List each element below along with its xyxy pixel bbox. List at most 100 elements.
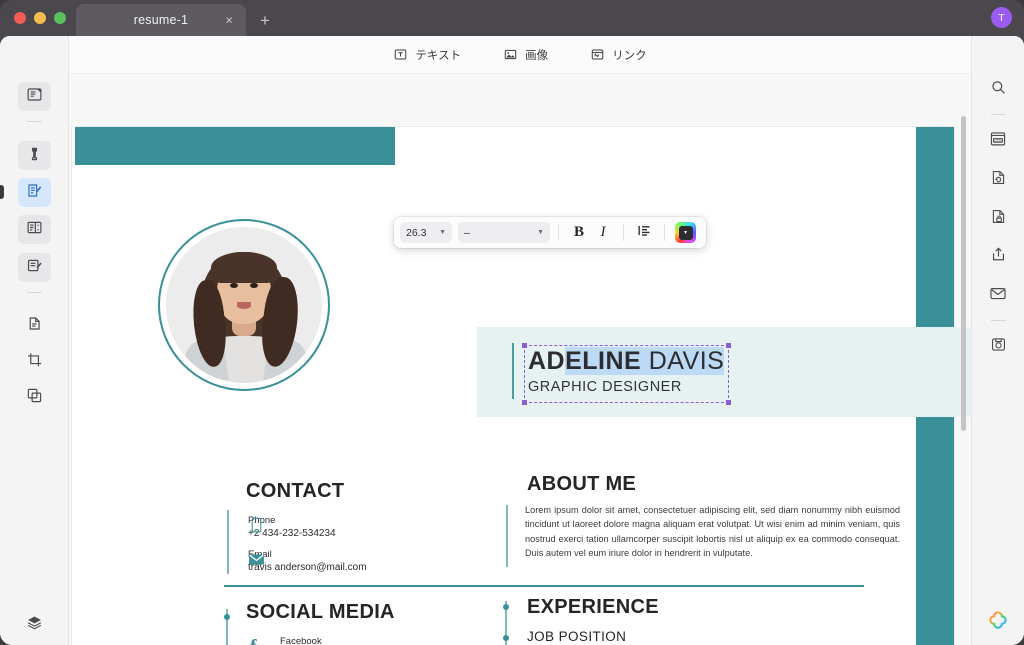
sidebar-item-organize-pages[interactable]	[18, 215, 51, 244]
right-sidebar-item-convert[interactable]	[982, 166, 1014, 194]
text-format-toolbar: 26.3 ▼ – ▼ B I ▾	[394, 217, 706, 248]
sidebar-item-copy-page[interactable]	[18, 311, 51, 340]
right-sidebar: OCR	[971, 36, 1024, 645]
toolbar-item-image-label: 画像	[525, 49, 549, 62]
document-tab[interactable]: resume-1 ×	[76, 4, 246, 36]
resume-page[interactable]: ADELINE DAVIS GRAPHIC DESIGNER CONTACT P…	[72, 127, 971, 645]
avatar[interactable]: T	[991, 7, 1012, 28]
right-sidebar-item-search[interactable]	[982, 76, 1014, 104]
font-size-value: 26.3	[406, 226, 427, 239]
maximize-window-button[interactable]	[54, 12, 66, 24]
minimize-window-button[interactable]	[34, 12, 46, 24]
close-window-button[interactable]	[14, 12, 26, 24]
contact-email-label: Email	[248, 548, 367, 561]
about-rule	[506, 505, 508, 567]
thumbnail-panel-icon	[26, 86, 43, 108]
organize-pages-icon	[26, 219, 43, 241]
sidebar-item-edit-text[interactable]	[18, 178, 51, 207]
tab-strip: resume-1 × +	[76, 0, 274, 36]
section-divider-contact	[224, 585, 864, 587]
right-sidebar-item-ai-assistant[interactable]	[982, 609, 1014, 637]
contact-email-value: travis anderson@mail.com	[248, 562, 367, 573]
layers-icon	[26, 614, 43, 636]
sidebar-divider-1	[27, 121, 42, 122]
right-sidebar-item-share[interactable]	[982, 243, 1014, 271]
sidebar-item-annotate[interactable]	[18, 253, 51, 282]
resume-name-unselected: AD	[528, 347, 566, 375]
sidebar-item-crop-page[interactable]	[18, 347, 51, 376]
align-left-button[interactable]	[632, 222, 656, 244]
chevron-down-icon: ▼	[439, 229, 446, 236]
profile-photo-image	[166, 227, 322, 383]
resume-name[interactable]: ADELINE DAVIS	[528, 347, 725, 376]
font-size-select[interactable]: 26.3 ▼	[400, 222, 452, 243]
toolbar-item-text-label: テキスト	[415, 49, 462, 62]
contact-rule	[227, 510, 229, 574]
envelope-icon	[248, 553, 265, 571]
chevron-down-icon: ▼	[537, 229, 544, 236]
bold-button[interactable]: B	[567, 222, 591, 244]
active-tool-marker	[0, 185, 4, 199]
sidebar-item-layers[interactable]	[18, 610, 51, 639]
toolbar-item-link[interactable]: リンク	[590, 47, 647, 63]
selection-handle-tr[interactable]	[726, 343, 731, 348]
profile-photo[interactable]	[158, 219, 330, 391]
resume-role[interactable]: GRAPHIC DESIGNER	[528, 379, 682, 395]
toolbar-item-image[interactable]: 画像	[503, 47, 548, 63]
canvas-scrollbar[interactable]	[961, 116, 966, 431]
resume-name-selected: ELINE	[565, 347, 642, 375]
app-body: テキスト 画像 リンク ADELINE DAVIS GRAPHIC DESIGN…	[0, 36, 1024, 645]
selection-handle-bl[interactable]	[522, 400, 527, 405]
search-icon	[990, 79, 1007, 101]
selection-handle-tl[interactable]	[522, 343, 527, 348]
close-tab-icon[interactable]: ×	[225, 14, 233, 27]
application-window: resume-1 × + T テキスト 画像 リンク ADELINE DAVIS…	[0, 0, 1024, 645]
toolbar-item-text[interactable]: テキスト	[393, 47, 461, 63]
document-canvas[interactable]: ADELINE DAVIS GRAPHIC DESIGNER CONTACT P…	[69, 74, 971, 645]
text-color-button[interactable]: ▾	[675, 222, 696, 243]
document-tab-title: resume-1	[133, 13, 189, 27]
toolbar-item-link-label: リンク	[612, 49, 647, 62]
social-row-facebook[interactable]: Facebook @yourfacebook	[280, 635, 350, 645]
svg-text:OCR: OCR	[995, 138, 1003, 142]
font-family-select[interactable]: – ▼	[458, 222, 550, 243]
selection-handle-br[interactable]	[726, 400, 731, 405]
social-node-0	[224, 614, 230, 620]
annotate-icon	[26, 257, 43, 279]
copy-page-icon	[26, 315, 43, 337]
right-sidebar-item-ocr[interactable]: OCR	[982, 127, 1014, 155]
sidebar-item-duplicate-pages[interactable]	[18, 383, 51, 412]
ocr-icon: OCR	[989, 131, 1007, 152]
sidebar-divider-2	[27, 292, 42, 293]
text-box-icon	[393, 47, 408, 62]
sidebar-item-thumbnails[interactable]	[18, 82, 51, 111]
social-heading: SOCIAL MEDIA	[246, 601, 395, 623]
align-left-icon	[637, 223, 652, 243]
header-accent-bar	[75, 127, 395, 165]
format-divider-2	[623, 224, 624, 241]
contact-row-email[interactable]: Email travis anderson@mail.com	[248, 548, 367, 574]
email-icon	[989, 286, 1007, 306]
window-controls	[14, 12, 66, 24]
duplicate-pages-icon	[26, 387, 43, 409]
right-sidebar-item-email[interactable]	[982, 282, 1014, 310]
right-sidebar-item-protect[interactable]	[982, 205, 1014, 233]
highlighter-icon	[26, 145, 43, 167]
experience-node-1	[503, 635, 509, 641]
title-bar: resume-1 × + T	[0, 0, 1024, 36]
compress-icon	[990, 336, 1007, 358]
text-color-swatch-inner: ▾	[678, 225, 693, 240]
format-divider-1	[558, 224, 559, 241]
experience-node-0	[503, 604, 509, 610]
convert-document-icon	[990, 169, 1007, 191]
ai-assistant-icon	[988, 610, 1008, 636]
job-title-0[interactable]: JOB POSITION	[527, 629, 626, 644]
italic-button[interactable]: I	[591, 222, 615, 244]
social-facebook-label: Facebook	[280, 636, 322, 645]
link-icon	[590, 47, 605, 62]
sidebar-item-highlighter[interactable]	[18, 141, 51, 170]
about-text[interactable]: Lorem ipsum dolor sit amet, consectetuer…	[525, 503, 900, 561]
right-divider-2	[991, 320, 1006, 321]
new-tab-button[interactable]: +	[256, 12, 274, 29]
right-sidebar-item-compress[interactable]	[982, 333, 1014, 361]
